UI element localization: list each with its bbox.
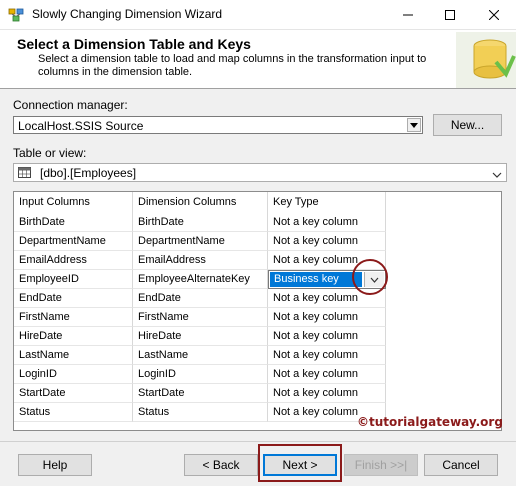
table-view-select[interactable]: [dbo].[Employees] <box>13 163 507 182</box>
table-view-value: [dbo].[Employees] <box>40 166 137 180</box>
table-row[interactable]: EmailAddress EmailAddress Not a key colu… <box>14 251 386 270</box>
column-header-dimension: Dimension Columns <box>133 192 268 213</box>
connection-manager-value: LocalHost.SSIS Source <box>18 119 144 133</box>
dimension-column-cell[interactable]: HireDate <box>133 327 268 346</box>
cancel-button[interactable]: Cancel <box>424 454 498 476</box>
input-column-cell: FirstName <box>14 308 133 327</box>
close-button[interactable] <box>474 0 514 30</box>
table-row[interactable]: Status Status Not a key column <box>14 403 386 422</box>
input-column-cell: EmailAddress <box>14 251 133 270</box>
page-description: Select a dimension table to load and map… <box>38 53 427 78</box>
key-type-selected-value: Business key <box>270 272 362 287</box>
minimize-icon <box>403 14 413 16</box>
input-column-cell: HireDate <box>14 327 133 346</box>
column-mapping-grid: Input Columns Dimension Columns Key Type… <box>13 191 502 431</box>
input-column-cell: Status <box>14 403 133 422</box>
title-bar: Slowly Changing Dimension Wizard <box>0 0 516 30</box>
key-type-cell[interactable]: Not a key column <box>268 327 386 346</box>
table-row[interactable]: StartDate StartDate Not a key column <box>14 384 386 403</box>
key-type-cell[interactable]: Not a key column <box>268 365 386 384</box>
dimension-column-cell[interactable]: BirthDate <box>133 213 268 232</box>
table-row[interactable]: HireDate HireDate Not a key column <box>14 327 386 346</box>
dimension-column-cell[interactable]: FirstName <box>133 308 268 327</box>
dimension-column-cell[interactable]: LoginID <box>133 365 268 384</box>
input-column-cell: EndDate <box>14 289 133 308</box>
table-dropdown-button[interactable] <box>492 168 502 182</box>
input-column-cell: EmployeeID <box>14 270 133 289</box>
help-button[interactable]: Help <box>18 454 92 476</box>
dimension-column-cell[interactable]: EndDate <box>133 289 268 308</box>
input-column-cell: BirthDate <box>14 213 133 232</box>
minimize-button[interactable] <box>388 0 428 30</box>
highlight-circle-annotation <box>352 259 388 295</box>
dimension-column-cell[interactable]: DepartmentName <box>133 232 268 251</box>
table-row[interactable]: LoginID LoginID Not a key column <box>14 365 386 384</box>
dimension-column-cell[interactable]: Status <box>133 403 268 422</box>
table-row[interactable]: LastName LastName Not a key column <box>14 346 386 365</box>
back-button[interactable]: < Back <box>184 454 258 476</box>
window-title: Slowly Changing Dimension Wizard <box>32 7 223 21</box>
input-column-cell: LastName <box>14 346 133 365</box>
maximize-button[interactable] <box>430 0 470 30</box>
dimension-column-cell[interactable]: EmployeeAlternateKey <box>133 270 268 289</box>
connection-dropdown-button[interactable] <box>407 118 421 132</box>
input-column-cell: LoginID <box>14 365 133 384</box>
dimension-column-cell[interactable]: EmailAddress <box>133 251 268 270</box>
key-type-cell[interactable]: Not a key column <box>268 384 386 403</box>
table-row[interactable]: FirstName FirstName Not a key column <box>14 308 386 327</box>
page-title: Select a Dimension Table and Keys <box>17 36 251 52</box>
wizard-app-icon <box>8 8 24 22</box>
new-connection-button[interactable]: New... <box>433 114 502 136</box>
chevron-down-icon <box>410 122 418 128</box>
chevron-down-icon <box>492 172 502 178</box>
column-header-key-type: Key Type <box>268 192 386 213</box>
table-row[interactable]: DepartmentName DepartmentName Not a key … <box>14 232 386 251</box>
dimension-column-cell[interactable]: StartDate <box>133 384 268 403</box>
input-column-cell: DepartmentName <box>14 232 133 251</box>
close-icon <box>489 10 499 20</box>
key-type-cell[interactable]: Not a key column <box>268 346 386 365</box>
table-row[interactable]: BirthDate BirthDate Not a key column <box>14 213 386 232</box>
connection-manager-select[interactable]: LocalHost.SSIS Source <box>13 116 423 134</box>
key-type-cell[interactable]: Not a key column <box>268 213 386 232</box>
next-highlight-annotation <box>258 444 342 482</box>
finish-button[interactable]: Finish >>| <box>344 454 418 476</box>
maximize-icon <box>445 10 455 20</box>
input-column-cell: StartDate <box>14 384 133 403</box>
key-type-cell[interactable]: Not a key column <box>268 232 386 251</box>
column-header-input: Input Columns <box>14 192 133 213</box>
table-row[interactable]: EndDate EndDate Not a key column <box>14 289 386 308</box>
connection-manager-label: Connection manager: <box>13 98 128 112</box>
key-type-cell[interactable]: Not a key column <box>268 308 386 327</box>
footer-divider <box>0 441 516 442</box>
dimension-column-cell[interactable]: LastName <box>133 346 268 365</box>
wizard-header: Select a Dimension Table and Keys Select… <box>0 30 516 89</box>
watermark-text: ©tutorialgateway.org <box>357 415 503 429</box>
database-graphic-icon <box>456 32 516 88</box>
table-icon <box>18 167 31 178</box>
table-view-label: Table or view: <box>13 146 87 160</box>
